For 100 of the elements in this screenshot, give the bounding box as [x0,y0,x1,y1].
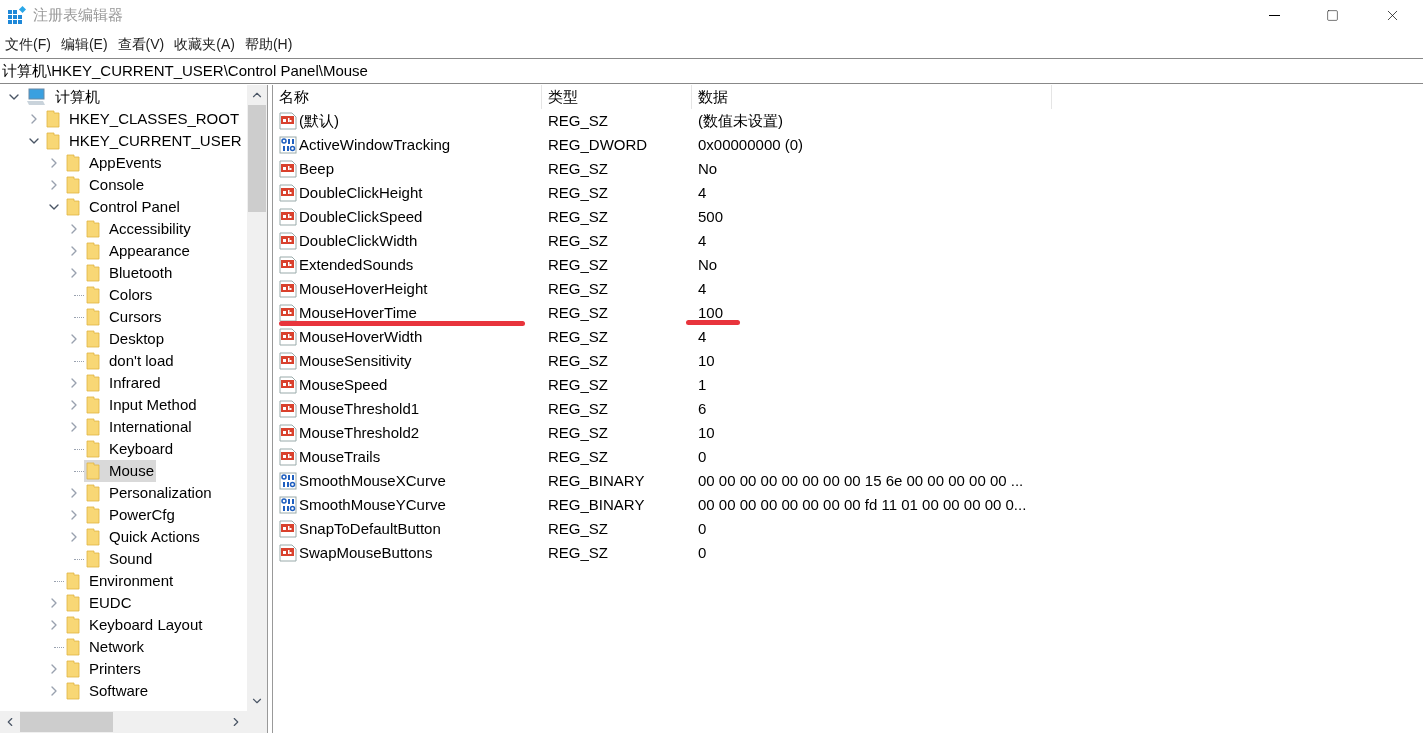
tree-line [74,558,84,560]
column-header[interactable]: 数据 [692,85,1052,109]
folder-icon [86,352,100,370]
tree-item[interactable]: Cursors [84,306,164,328]
folder-icon [86,418,100,436]
folder-icon [86,550,100,568]
tree-item[interactable]: Keyboard Layout [64,614,205,636]
folder-icon [66,154,80,172]
menu-item[interactable]: 收藏夹(A) [169,32,240,56]
string-value-icon [279,352,297,370]
tree-item[interactable]: Environment [64,570,176,592]
string-value-icon [279,544,297,562]
tree-item[interactable]: don't load [84,350,176,372]
value-name: DoubleClickWidth [299,230,418,251]
value-data: 0 [698,543,707,561]
tree-item[interactable]: Colors [84,284,155,306]
tree-item[interactable]: Keyboard [84,438,176,460]
tree-item[interactable]: PowerCfg [84,504,177,526]
folder-icon [46,110,60,128]
tree-item[interactable]: Quick Actions [84,526,202,548]
tree-item[interactable]: Appearance [84,240,192,262]
tree-item[interactable]: 计算机 [24,86,102,108]
tree-item[interactable]: Desktop [84,328,167,350]
string-value-icon [279,112,297,130]
value-type: REG_SZ [548,183,608,201]
registry-app-icon [7,5,27,25]
value-name: MouseThreshold2 [299,422,420,443]
tree-item[interactable]: Software [64,680,151,702]
string-value-icon [279,232,297,250]
value-type: REG_SZ [548,159,608,177]
value-type: REG_SZ [548,543,608,561]
folder-icon [66,638,80,656]
value-name: MouseThreshold1 [299,398,420,419]
value-data: 4 [698,279,707,297]
tree-item[interactable]: HKEY_CLASSES_ROOT [44,108,242,130]
value-name: DoubleClickHeight [299,182,423,203]
folder-icon [86,440,100,458]
vertical-scrollbar[interactable] [247,85,267,711]
binary-value-icon [279,496,297,514]
folder-icon [86,286,100,304]
string-value-icon [279,208,297,226]
tree-item[interactable]: HKEY_CURRENT_USER [44,130,244,152]
value-data: 100 [698,303,724,321]
tree-item[interactable]: Personalization [84,482,214,504]
value-name: ActiveWindowTracking [299,134,451,155]
tree-item[interactable]: Network [64,636,146,658]
string-value-icon [279,280,297,298]
value-name: MouseTrails [299,446,381,467]
value-type: REG_SZ [548,111,608,129]
string-value-icon [279,448,297,466]
menu-item[interactable]: 文件(F) [0,32,56,56]
string-value-icon [279,184,297,202]
value-type: REG_BINARY [548,471,645,489]
value-type: REG_SZ [548,279,608,297]
binary-value-icon [279,472,297,490]
folder-icon [66,198,80,216]
scroll-thumb[interactable] [20,712,113,732]
tree-item[interactable]: Console [64,174,147,196]
scroll-thumb[interactable] [248,105,266,212]
folder-icon [86,242,100,260]
column-header[interactable]: 类型 [542,85,692,109]
tree-item[interactable]: Infrared [84,372,163,394]
folder-icon [86,374,100,392]
tree-item[interactable]: Mouse [84,460,157,482]
value-name: MouseHoverTime [299,302,417,323]
folder-icon [86,462,100,480]
value-name: MouseHoverHeight [299,278,428,299]
value-type: REG_SZ [548,399,608,417]
menu-item[interactable]: 编辑(E) [55,32,113,56]
value-name: Beep [299,158,335,179]
menu-item[interactable]: 帮助(H) [239,32,298,56]
folder-icon [66,682,80,700]
menu-item[interactable]: 查看(V) [112,32,170,56]
value-type: REG_SZ [548,351,608,369]
folder-icon [66,660,80,678]
tree-item[interactable]: Printers [64,658,143,680]
value-data: No [698,255,718,273]
tree-item[interactable]: Sound [84,548,155,570]
value-data: 0x00000000 (0) [698,135,804,153]
value-data: 4 [698,231,707,249]
value-name: MouseSpeed [299,374,388,395]
tree-line [54,580,64,582]
tree-item[interactable]: AppEvents [64,152,164,174]
tree-item[interactable]: Input Method [84,394,199,416]
tree-item[interactable]: Accessibility [84,218,193,240]
tree-line [74,316,84,318]
tree-item[interactable]: Bluetooth [84,262,175,284]
tree-item[interactable]: Control Panel [64,196,182,218]
folder-icon [86,330,100,348]
tree-item[interactable]: International [84,416,194,438]
minimize-icon [1268,14,1280,16]
tree-item[interactable]: EUDC [64,592,134,614]
value-data: 10 [698,423,715,441]
address-bar[interactable]: 计算机\HKEY_CURRENT_USER\Control Panel\Mouse [0,58,1423,84]
computer-icon [26,88,46,106]
folder-icon [66,616,80,634]
horizontal-scrollbar[interactable] [0,711,267,733]
folder-icon [86,528,100,546]
string-value-icon [279,400,297,418]
column-header[interactable]: 名称 [273,85,542,109]
